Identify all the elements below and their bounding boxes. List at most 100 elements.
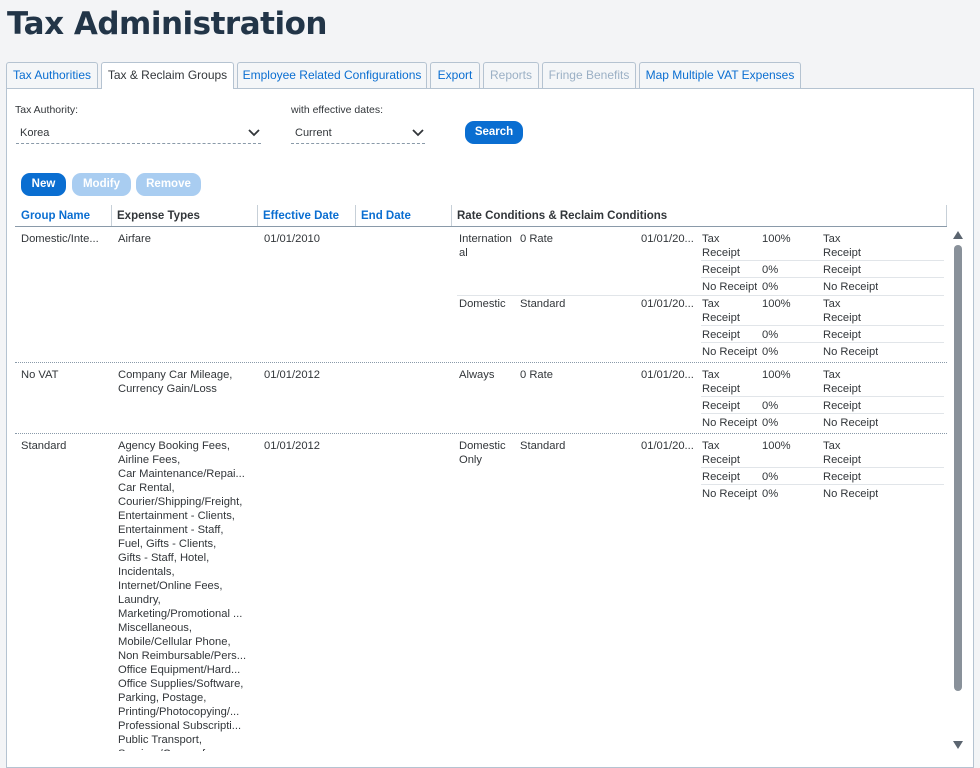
row-divider (15, 433, 947, 434)
reclaim-type: Tax Receipt (823, 369, 861, 395)
receipt-type: No Receipt (702, 346, 758, 358)
receipt-percent: 100% (762, 298, 791, 310)
condition-divider (457, 295, 944, 296)
receipt-percent: 0% (762, 417, 779, 429)
group-name-cell: No VAT (21, 369, 59, 381)
effective-dates-select[interactable]: Current (291, 122, 425, 144)
receipt-percent: 0% (762, 329, 779, 341)
condition-name: Domestic Only (459, 440, 506, 466)
reclaim-type: Receipt (823, 471, 861, 483)
effective-date-cell: 01/01/2010 (264, 233, 320, 245)
condition-rate: 0 Rate (520, 369, 553, 381)
remove-button: Remove (136, 173, 201, 196)
column-header-group-name[interactable]: Group Name (15, 205, 90, 227)
tax-authority-value: Korea (20, 127, 50, 139)
reclaim-type: Tax Receipt (823, 233, 861, 259)
expense-type-item: Airline Fees, (118, 454, 181, 466)
new-button[interactable]: New (21, 173, 66, 196)
tax-reclaim-groups-panel: Tax Authority: Korea with effective date… (6, 88, 974, 768)
expense-type-item: Gifts - Staff, Hotel, (118, 552, 210, 564)
receipt-type: Receipt (702, 264, 740, 276)
header-divider (15, 226, 947, 227)
receipt-type: Tax Receipt (702, 369, 740, 395)
expense-type-item: Agency Booking Fees, (118, 440, 230, 452)
receipt-percent: 0% (762, 400, 779, 412)
receipt-type: Tax Receipt (702, 233, 740, 259)
receipt-percent: 100% (762, 233, 791, 245)
condition-name: Domestic (459, 298, 506, 310)
receipt-type: Tax Receipt (702, 298, 740, 324)
receipt-percent: 0% (762, 488, 779, 500)
sub-divider (701, 342, 944, 343)
tab-employee-related-configurations[interactable]: Employee Related Configurations (237, 62, 427, 88)
expense-type-item: Office Equipment/Hard... (118, 664, 241, 676)
reclaim-type: Tax Receipt (823, 440, 861, 466)
condition-date: 01/01/20... (641, 233, 694, 245)
table-scrollbar[interactable] (951, 229, 965, 751)
receipt-type: Receipt (702, 400, 740, 412)
receipt-percent: 0% (762, 264, 779, 276)
expense-types-cell: Airfare (118, 233, 151, 245)
sub-divider (701, 396, 944, 397)
tax-authority-select[interactable]: Korea (16, 122, 261, 144)
condition-name: Always (459, 369, 495, 381)
triangle-down-icon[interactable] (953, 741, 963, 749)
expense-type-item: Courier/Shipping/Freight, (118, 496, 243, 508)
modify-button: Modify (72, 173, 131, 196)
tab-map-multiple-vat-expenses[interactable]: Map Multiple VAT Expenses (639, 62, 801, 88)
expense-type-item: Internet/Online Fees, (118, 580, 223, 592)
tab-export[interactable]: Export (430, 62, 480, 88)
sub-divider (701, 277, 944, 278)
receipt-percent: 0% (762, 471, 779, 483)
expense-type-item: Laundry, (118, 594, 161, 606)
condition-rate: 0 Rate (520, 233, 553, 245)
column-header-end-date[interactable]: End Date (355, 205, 411, 227)
column-header-conditions: Rate Conditions & Reclaim Conditions (457, 210, 668, 222)
expense-type-item: Fuel, Gifts - Clients, (118, 538, 217, 550)
reclaim-type: Tax Receipt (823, 298, 861, 324)
receipt-type: No Receipt (702, 488, 758, 500)
expense-type-item: Professional Subscripti... (118, 720, 242, 732)
tab-tax-authorities[interactable]: Tax Authorities (6, 62, 98, 88)
column-header-effective-date[interactable]: Effective Date (257, 205, 339, 227)
tab-fringe-benefits: Fringe Benefits (542, 62, 636, 88)
group-name-cell: Domestic/Inte... (21, 233, 99, 245)
page-title: Tax Administration (7, 6, 327, 42)
sub-divider (701, 260, 944, 261)
expense-type-item: Car Rental, (118, 482, 175, 494)
scrollbar-thumb[interactable] (954, 245, 962, 691)
expense-type-item: Mobile/Cellular Phone, (118, 636, 231, 648)
condition-rate: Standard (520, 298, 566, 310)
condition-name: International (459, 233, 512, 259)
expense-types-cell: Company Car Mileage, Currency Gain/Loss (118, 369, 233, 395)
receipt-percent: 0% (762, 281, 779, 293)
receipt-percent: 100% (762, 440, 791, 452)
reclaim-type: No Receipt (823, 488, 879, 500)
expense-type-item: Printing/Photocopying/... (118, 706, 240, 718)
reclaim-type: No Receipt (823, 346, 879, 358)
receipt-type: Receipt (702, 471, 740, 483)
reclaim-type: Receipt (823, 264, 861, 276)
receipt-type: No Receipt (702, 417, 758, 429)
expense-type-item: Parking, Postage, (118, 692, 207, 704)
expense-type-item: Miscellaneous, (118, 622, 192, 634)
expense-type-item: Incidentals, (118, 566, 175, 578)
group-name-cell: Standard (21, 440, 67, 452)
chevron-down-icon (412, 129, 424, 137)
search-button[interactable]: Search (465, 121, 523, 144)
expense-type-item: Entertainment - Clients, (118, 510, 235, 522)
receipt-type: No Receipt (702, 281, 758, 293)
expense-type-item: Seminar/Course fees (118, 747, 256, 751)
receipt-percent: 0% (762, 346, 779, 358)
expense-type-item: Car Maintenance/Repai... (118, 468, 245, 480)
triangle-up-icon[interactable] (953, 231, 963, 239)
reclaim-type: Receipt (823, 400, 861, 412)
sub-divider (701, 467, 944, 468)
sub-divider (701, 325, 944, 326)
expense-type-item: Entertainment - Staff, (118, 524, 224, 536)
effective-dates-value: Current (295, 127, 332, 139)
column-header-expense-types: Expense Types (117, 210, 200, 222)
tab-tax-reclaim-groups[interactable]: Tax & Reclaim Groups (101, 62, 234, 89)
effective-date-cell: 01/01/2012 (264, 440, 320, 452)
receipt-type: Receipt (702, 329, 740, 341)
